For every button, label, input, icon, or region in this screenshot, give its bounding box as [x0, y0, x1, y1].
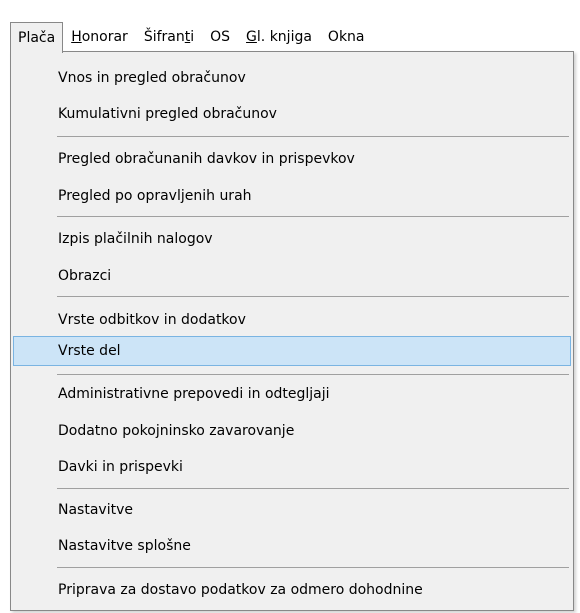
- menu-separator: [57, 216, 569, 217]
- menu-gl-knjiga-rest: l. knjiga: [256, 29, 312, 45]
- menu-honorar-rest: onorar: [81, 29, 128, 45]
- menu-os-label: OS: [210, 29, 231, 45]
- menu-item-nastavitve-splosne[interactable]: Nastavitve splošne: [13, 531, 571, 561]
- menu-gl-knjiga-mnemonic: G: [246, 29, 257, 45]
- menu-item-pregled-obracunanih-davkov[interactable]: Pregled obračunanih davkov in prispevkov: [13, 144, 571, 174]
- menu-separator: [57, 374, 569, 375]
- menu-honorar-mnemonic: H: [71, 29, 82, 45]
- menu-item-kumulativni-pregled-obracunov[interactable]: Kumulativni pregled obračunov: [13, 99, 571, 129]
- menu-separator: [57, 488, 569, 489]
- menu-placa[interactable]: Plača: [10, 21, 64, 53]
- menu-sifranti-prefix: Šifran: [143, 29, 185, 45]
- menu-item-vnos-in-pregled-obracunov[interactable]: Vnos in pregled obračunov: [13, 63, 571, 93]
- menu-bar: Plača Honorar Šifranti OS Gl. knjiga Okn…: [10, 21, 373, 53]
- menu-item-obrazci[interactable]: Obrazci: [13, 261, 571, 291]
- menu-honorar[interactable]: Honorar: [63, 22, 136, 52]
- menu-item-vrste-odbitkov-in-dodatkov[interactable]: Vrste odbitkov in dodatkov: [13, 305, 571, 335]
- menu-separator: [57, 136, 569, 137]
- menu-item-dodatno-pokojninsko-zavarovanje[interactable]: Dodatno pokojninsko zavarovanje: [13, 416, 571, 446]
- menu-sifranti[interactable]: Šifranti: [136, 22, 202, 52]
- menu-okna-label: Okna: [327, 29, 365, 45]
- menu-item-administrativne-prepovedi[interactable]: Administrativne prepovedi in odtegljaji: [13, 379, 571, 409]
- placa-dropdown-menu: Vnos in pregled obračunov Kumulativni pr…: [10, 51, 574, 611]
- menu-item-nastavitve[interactable]: Nastavitve: [13, 495, 571, 525]
- menu-okna[interactable]: Okna: [320, 22, 373, 52]
- menu-os[interactable]: OS: [202, 22, 238, 52]
- menu-separator: [57, 567, 569, 568]
- menu-item-izpis-placilnih-nalogov[interactable]: Izpis plačilnih nalogov: [13, 224, 571, 254]
- menu-placa-label: Plača: [18, 29, 56, 46]
- menu-sifranti-rest: i: [190, 29, 195, 45]
- menu-gl-knjiga[interactable]: Gl. knjiga: [238, 22, 320, 52]
- menu-item-vrste-del[interactable]: Vrste del: [13, 336, 571, 366]
- menu-separator: [57, 296, 569, 297]
- menu-item-davki-in-prispevki[interactable]: Davki in prispevki: [13, 452, 571, 482]
- menu-item-priprava-za-dostavo-podatkov[interactable]: Priprava za dostavo podatkov za odmero d…: [13, 575, 571, 605]
- menu-item-pregled-po-opravljenih-urah[interactable]: Pregled po opravljenih urah: [13, 181, 571, 211]
